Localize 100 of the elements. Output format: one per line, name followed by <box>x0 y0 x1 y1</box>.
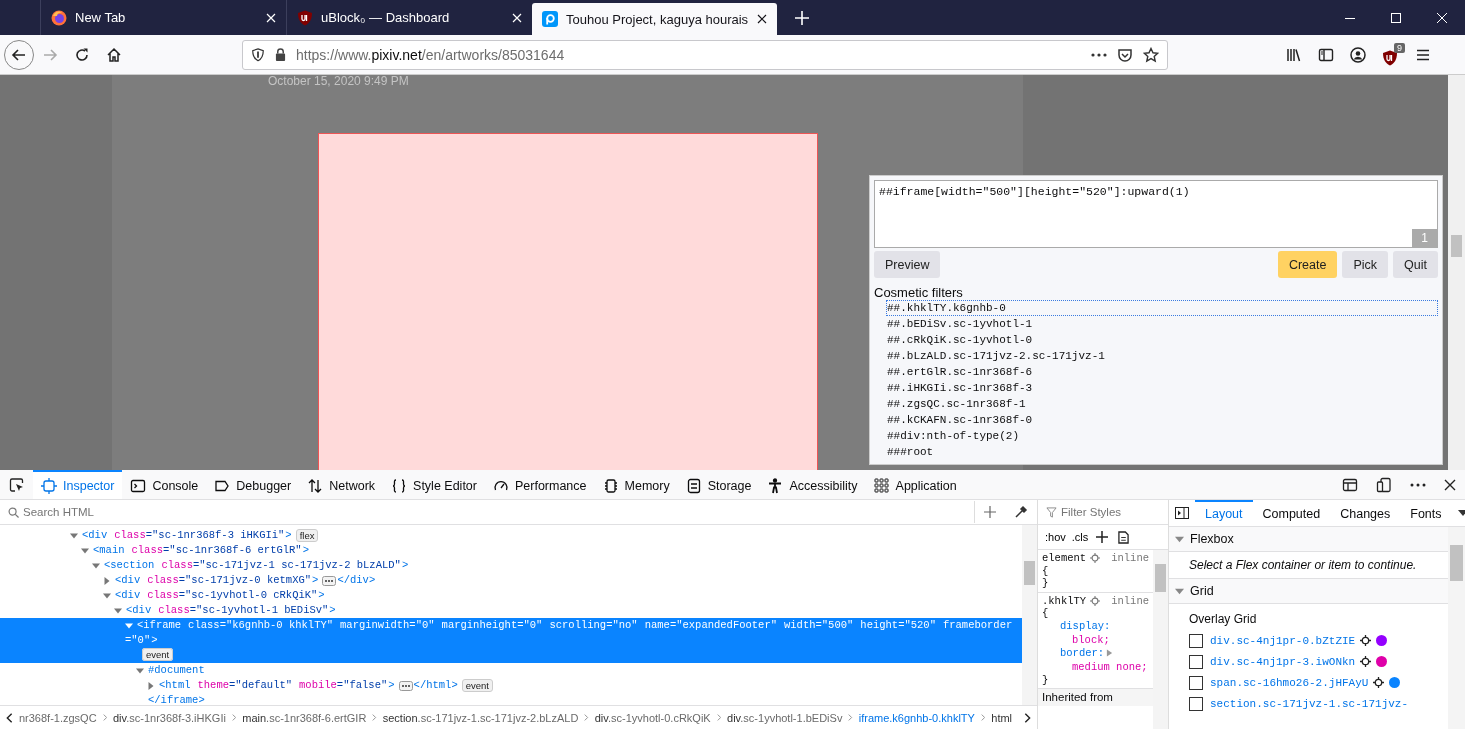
markup-row[interactable]: <div class="sc-1yvhotl-0 cRkQiK"> <box>0 588 1022 603</box>
filter-item[interactable]: ##div:nth-of-type(2) <box>886 428 1438 444</box>
picker-button[interactable]: Pick <box>1342 251 1389 278</box>
color-dot[interactable] <box>1376 656 1388 667</box>
expanded-triangle-icon[interactable] <box>1175 534 1184 544</box>
markup-row[interactable]: <html theme="default" mobile="false"> </html> event <box>0 678 1022 693</box>
collapsed-triangle-icon[interactable] <box>147 681 155 690</box>
sidebar-tab[interactable]: Computed <box>1252 500 1331 526</box>
ellipsis-icon[interactable] <box>398 680 413 691</box>
more-icon[interactable] <box>1091 52 1107 57</box>
maximize-icon[interactable] <box>1391 12 1401 23</box>
markup-row[interactable]: <div class="sc-171jvz-0 ketmXG"> </div> <box>0 573 1022 588</box>
markup-row[interactable]: <main class="sc-1nr368f-6 ertGlR"> <box>0 543 1022 558</box>
new-tab-icon[interactable] <box>795 10 809 25</box>
filter-item[interactable]: ##.khklTY.k6gnhb-0 <box>886 300 1438 316</box>
section-header[interactable]: Grid <box>1169 579 1448 604</box>
breadcrumb[interactable]: nr368f-1.zgsQC <box>18 711 97 724</box>
scrollbar[interactable] <box>1448 527 1465 729</box>
sidebar-icon[interactable] <box>1318 46 1334 63</box>
expanded-triangle-icon[interactable] <box>125 621 133 630</box>
markup-row[interactable]: <div class="sc-1yvhotl-1 bEDiSv"> <box>0 603 1022 618</box>
shield-icon[interactable] <box>251 47 265 62</box>
grid-container-name[interactable]: div.sc-4nj1pr-3.iwONkn <box>1210 655 1356 668</box>
responsive-icon[interactable] <box>1376 476 1392 493</box>
scrollbar[interactable] <box>1153 550 1168 729</box>
expanded-triangle-icon[interactable] <box>114 606 122 615</box>
expanded-triangle-icon[interactable] <box>81 546 89 555</box>
filter-item[interactable]: ##.bLzALD.sc-171jvz-2.sc-171jvz-1 <box>886 348 1438 364</box>
library-icon[interactable] <box>1286 46 1302 63</box>
devtools-tab[interactable]: Console <box>122 470 207 499</box>
devtools-tab[interactable]: Accessibility <box>759 470 866 499</box>
filter-item[interactable]: ##.bEDiSv.sc-1yvhotl-1 <box>886 316 1438 332</box>
filter-styles-field[interactable]: Filter Styles <box>1061 506 1168 518</box>
scrollbar[interactable] <box>1448 75 1465 470</box>
eyedropper-icon[interactable] <box>1014 505 1028 519</box>
filter-item[interactable]: ###root <box>886 444 1438 460</box>
markup-row[interactable]: <section class="sc-171jvz-1 sc-171jvz-2 bLzALD"> <box>0 558 1022 573</box>
filter-item[interactable]: ##.zgsQC.sc-1nr368f-1 <box>886 396 1438 412</box>
expanded-triangle-icon[interactable] <box>92 561 100 570</box>
document-icon[interactable] <box>1118 530 1130 544</box>
dock-icon[interactable] <box>1342 476 1358 493</box>
close-icon[interactable] <box>1444 478 1456 491</box>
expanded-triangle-icon[interactable] <box>103 591 111 600</box>
checkbox[interactable] <box>1189 696 1203 711</box>
close-icon[interactable] <box>757 14 767 24</box>
css-value[interactable]: medium none; <box>1060 661 1148 674</box>
markup-row[interactable]: <iframe class="k6gnhb-0 khklTY" marginwidth="0" marginheight="0" scrolling="no" name="expandedFooter" width="500" height="520" frameborder ="0"> event <box>0 618 1022 663</box>
breadcrumb[interactable]: html <box>991 711 1013 724</box>
section-header[interactable]: Flexbox <box>1169 527 1448 552</box>
devtools-tab[interactable]: Memory <box>594 470 678 499</box>
target-icon[interactable] <box>1360 656 1372 667</box>
picker-button[interactable]: Create <box>1277 251 1338 278</box>
scroll-left-icon[interactable] <box>6 711 13 724</box>
checkbox[interactable] <box>1189 675 1203 690</box>
markup-row[interactable]: #document <box>0 663 1022 678</box>
pseudo-toggle[interactable]: .cls <box>1068 531 1092 543</box>
address-bar[interactable]: https://www.pixiv.net/en/artworks/85031644 <box>242 39 1168 70</box>
rule-source[interactable]: inline <box>1111 552 1149 565</box>
filter-item[interactable]: ##.cRkQiK.sc-1yvhotl-0 <box>886 332 1438 348</box>
breadcrumb[interactable]: div.sc-1yvhotl-1.bEDiSv <box>727 711 843 724</box>
breadcrumb[interactable]: div.sc-1yvhotl-0.cRkQiK <box>594 711 711 724</box>
element-picker-icon[interactable] <box>9 476 25 493</box>
filter-item[interactable]: ##.kCKAFN.sc-1nr368f-0 <box>886 412 1438 428</box>
add-rule-icon[interactable] <box>1096 531 1109 543</box>
filter-input-field[interactable]: ##iframe[width="500"][height="520"]:upward(1) 1 <box>874 180 1438 248</box>
filter-item[interactable]: ##.ertGlR.sc-1nr368f-6 <box>886 364 1438 380</box>
star-icon[interactable] <box>1143 46 1159 63</box>
sidebar-tab[interactable]: Changes <box>1330 500 1401 526</box>
grid-container-name[interactable]: span.sc-16hmo26-2.jHFAyU <box>1210 676 1369 689</box>
add-node-icon[interactable] <box>984 506 996 518</box>
breadcrumb[interactable]: iframe.k6gnhb-0.khklTY <box>858 711 975 724</box>
toggle-pane-icon[interactable] <box>1175 507 1189 519</box>
reload-icon[interactable] <box>74 46 90 63</box>
scrollbar[interactable] <box>1022 525 1037 705</box>
devtools-tab[interactable]: Style Editor <box>383 470 485 499</box>
target-icon[interactable] <box>1360 635 1372 646</box>
home-icon[interactable] <box>106 46 122 63</box>
markup-row[interactable]: <div class="sc-1nr368f-3 iHKGIi"> flex <box>0 528 1022 543</box>
picker-button[interactable]: Preview <box>874 251 941 278</box>
pseudo-toggle[interactable]: :hov <box>1042 531 1069 543</box>
css-property[interactable]: display: <box>1060 619 1111 632</box>
expanded-triangle-icon[interactable] <box>136 666 144 675</box>
browser-tab[interactable]: Touhou Project, kaguya hourais <box>532 3 777 35</box>
grid-container-name[interactable]: section.sc-171jvz-1.sc-171jvz- <box>1210 697 1409 710</box>
expanded-triangle-icon[interactable] <box>1175 586 1184 596</box>
sidebar-tab[interactable]: Fonts <box>1400 500 1452 526</box>
rule-source[interactable]: inline <box>1111 594 1149 607</box>
breadcrumb[interactable]: main.sc-1nr368f-6.ertGIR <box>242 711 367 724</box>
css-value[interactable]: block; <box>1060 634 1110 647</box>
breadcrumb[interactable]: section.sc-171jvz-1.sc-171jvz-2.bLzALD <box>382 711 579 724</box>
devtools-tab[interactable]: Inspector <box>33 470 123 499</box>
markup-badge[interactable]: flex <box>295 529 319 542</box>
devtools-tab[interactable]: Application <box>865 470 965 499</box>
extension-button[interactable]: 9 <box>1382 43 1405 66</box>
collapsed-triangle-icon[interactable] <box>103 576 111 585</box>
markup-badge[interactable]: event <box>461 679 493 692</box>
expand-triangle-icon[interactable] <box>1106 648 1114 657</box>
lock-icon[interactable] <box>275 48 286 61</box>
grid-container-name[interactable]: div.sc-4nj1pr-0.bZtZIE <box>1210 634 1356 647</box>
pocket-icon[interactable] <box>1117 46 1133 63</box>
